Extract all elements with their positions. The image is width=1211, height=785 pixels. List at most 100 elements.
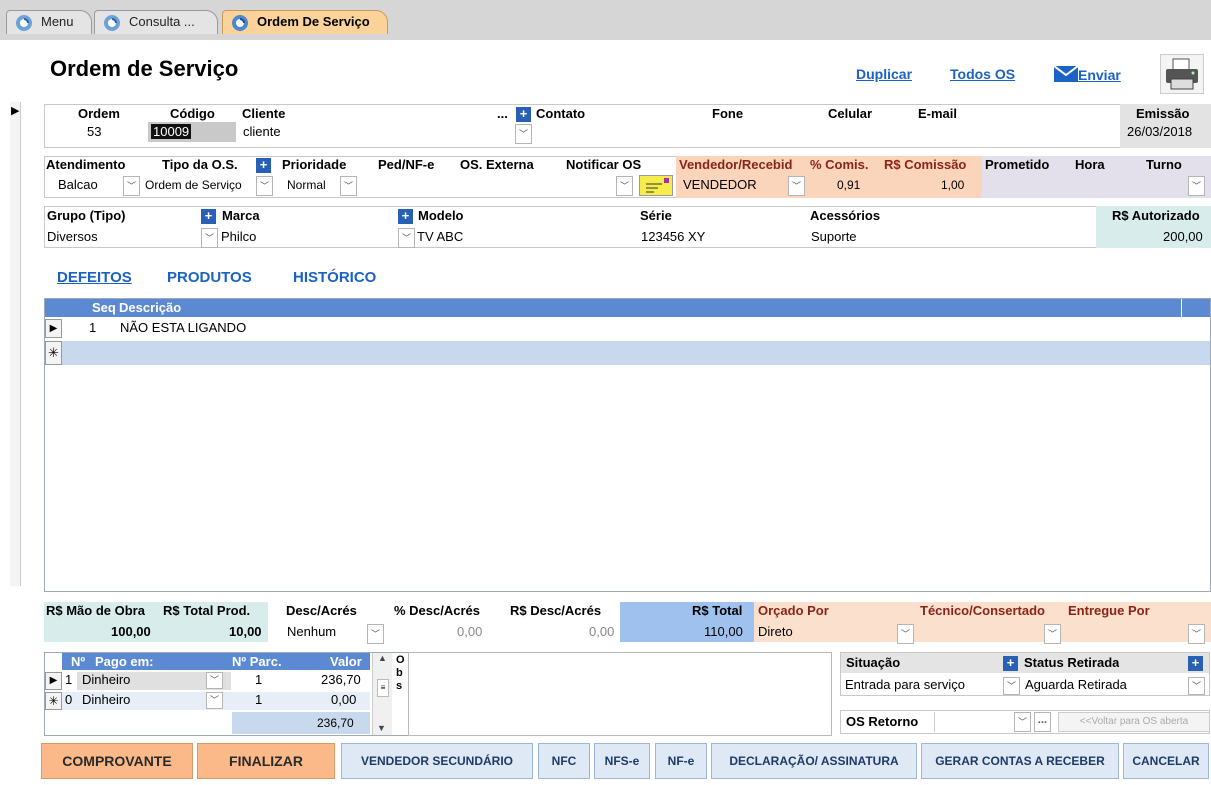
grupo-dropdown[interactable]: ﹀ [201,228,218,248]
turno-dropdown[interactable]: ﹀ [1188,176,1205,196]
pag-n[interactable]: 1 [62,670,72,690]
todos-os-link[interactable]: Todos OS [950,66,1015,82]
pag-n[interactable]: 0 [62,690,72,710]
marca-dropdown[interactable]: ﹀ [398,228,415,248]
entregue-dropdown[interactable]: ﹀ [1188,624,1205,644]
current-row-icon[interactable]: ▶ [45,672,62,690]
orcado-dropdown[interactable]: ﹀ [897,624,914,644]
pag-pago[interactable]: Dinheiro [79,670,130,690]
atendimento-dropdown[interactable]: ﹀ [123,176,140,196]
cliente-search-button[interactable]: ... [497,106,508,121]
vendedor-secundario-button[interactable]: VENDEDOR SECUNDÁRIO [341,743,533,779]
tecnico-dropdown[interactable]: ﹀ [1044,624,1061,644]
marca-value[interactable]: Philco [218,227,256,247]
obs-label: O b s [396,654,405,693]
nfe-button[interactable]: NF-e [655,743,707,779]
emissao-value[interactable]: 26/03/2018 [1124,122,1192,142]
tab-produtos[interactable]: PRODUTOS [167,269,252,286]
pago-dropdown[interactable]: ﹀ [206,692,223,709]
mail-icon[interactable] [1054,66,1078,82]
desc-dropdown[interactable]: ﹀ [367,624,384,644]
comprovante-button[interactable]: COMPROVANTE [41,743,193,779]
obs-scrollbar[interactable]: ▲ ≡ ▼ [372,653,392,735]
tab-defeitos[interactable]: DEFEITOS [57,269,132,286]
defeito-desc[interactable]: NÃO ESTA LIGANDO [117,318,246,338]
ordem-value[interactable]: 53 [84,122,101,142]
tipo-value[interactable]: Ordem de Serviço [142,175,256,195]
retorno-dropdown[interactable]: ﹀ [1014,712,1031,732]
current-row-icon[interactable]: ▶ [45,319,62,338]
retirada-value[interactable]: Aguarda Retirada [1022,675,1127,695]
desc-value[interactable]: Nenhum [284,622,336,642]
situacao-value[interactable]: Entrada para serviço [842,675,965,695]
pag-parc[interactable]: 1 [252,690,262,710]
add-situacao-button[interactable]: + [1003,656,1018,671]
scroll-up-icon[interactable]: ▲ [373,653,392,663]
tipo-dropdown[interactable]: ﹀ [256,176,273,196]
print-button[interactable] [1160,54,1204,94]
rscomissao-value[interactable]: 1,00 [938,175,964,195]
pag-valor[interactable]: 236,70 [318,670,361,690]
notes-button[interactable] [639,175,673,196]
orcado-value[interactable]: Direto [755,622,793,642]
retirada-dropdown[interactable]: ﹀ [1188,677,1205,695]
grupo-value[interactable]: Diversos [44,227,98,247]
prod-value[interactable]: 10,00 [226,622,262,642]
rsdesc-value[interactable]: 0,00 [586,622,614,642]
obs-letter: O [396,654,405,666]
enviar-link[interactable]: Enviar [1078,67,1121,83]
tab-menu[interactable]: Menu [6,10,92,34]
scroll-down-icon[interactable]: ▼ [377,723,386,733]
comis-label: % Comis. [810,157,869,172]
tab-historico[interactable]: HISTÓRICO [293,269,376,286]
vendedor-value[interactable]: VENDEDOR [680,175,757,195]
pag-valor[interactable]: 0,00 [328,690,356,710]
serie-value[interactable]: 123456 XY [638,227,705,247]
add-marca-button[interactable]: + [398,209,413,224]
osext-label: OS. Externa [460,157,534,172]
add-tipo-button[interactable]: + [256,158,271,173]
comis-value[interactable]: 0,91 [834,175,860,195]
tab-ordem-servico[interactable]: Ordem De Serviço [222,10,388,34]
add-grupo-button[interactable]: + [201,209,216,224]
vendedor-dropdown[interactable]: ﹀ [788,176,805,196]
defeito-seq[interactable]: 1 [86,318,96,338]
mao-value[interactable]: 100,00 [108,622,151,642]
new-record-icon[interactable]: ✳ [45,341,62,365]
situacao-dropdown[interactable]: ﹀ [1003,677,1020,695]
new-record-icon[interactable]: ✳ [45,692,62,710]
cliente-value[interactable]: cliente [240,122,515,142]
prioridade-value[interactable]: Normal [284,175,326,195]
autorizado-value[interactable]: 200,00 [1160,227,1203,247]
cancelar-button[interactable]: CANCELAR [1123,743,1209,779]
cliente-dropdown[interactable]: ﹀ [515,124,532,144]
record-selector[interactable] [10,102,21,586]
pag-parc[interactable]: 1 [252,670,262,690]
voltar-os-button[interactable]: <<Voltar para OS aberta [1058,712,1210,732]
add-retirada-button[interactable]: + [1188,656,1203,671]
declaracao-assinatura-button[interactable]: DECLARAÇÃO/ ASSINATURA [711,743,917,779]
acessorios-value[interactable]: Suporte [808,227,857,247]
add-cliente-button[interactable]: + [516,107,531,122]
retorno-input[interactable] [934,712,1014,732]
codigo-field[interactable]: 10009 [148,122,236,142]
tab-consulta[interactable]: Consulta ... [94,10,218,34]
obs-textarea[interactable] [408,652,832,736]
new-row[interactable] [62,341,1210,365]
notificar-dropdown[interactable]: ﹀ [616,176,633,196]
gerar-contas-button[interactable]: GERAR CONTAS A RECEBER [921,743,1119,779]
modelo-value[interactable]: TV ABC [414,227,463,247]
retorno-search-button[interactable]: ... [1034,712,1051,732]
prioridade-dropdown[interactable]: ﹀ [340,176,357,196]
pago-dropdown[interactable]: ﹀ [206,672,223,689]
nfc-button[interactable]: NFC [538,743,590,779]
total-value[interactable]: 110,00 [701,622,743,642]
pag-pago[interactable]: Dinheiro [79,690,130,710]
finalizar-button[interactable]: FINALIZAR [197,743,335,779]
nfse-button[interactable]: NFS-e [594,743,650,779]
scroll-thumb[interactable]: ≡ [377,679,389,697]
pdesc-value[interactable]: 0,00 [454,622,482,642]
atendimento-value[interactable]: Balcao [55,175,98,195]
duplicar-link[interactable]: Duplicar [856,66,912,82]
app-icon [104,15,120,31]
